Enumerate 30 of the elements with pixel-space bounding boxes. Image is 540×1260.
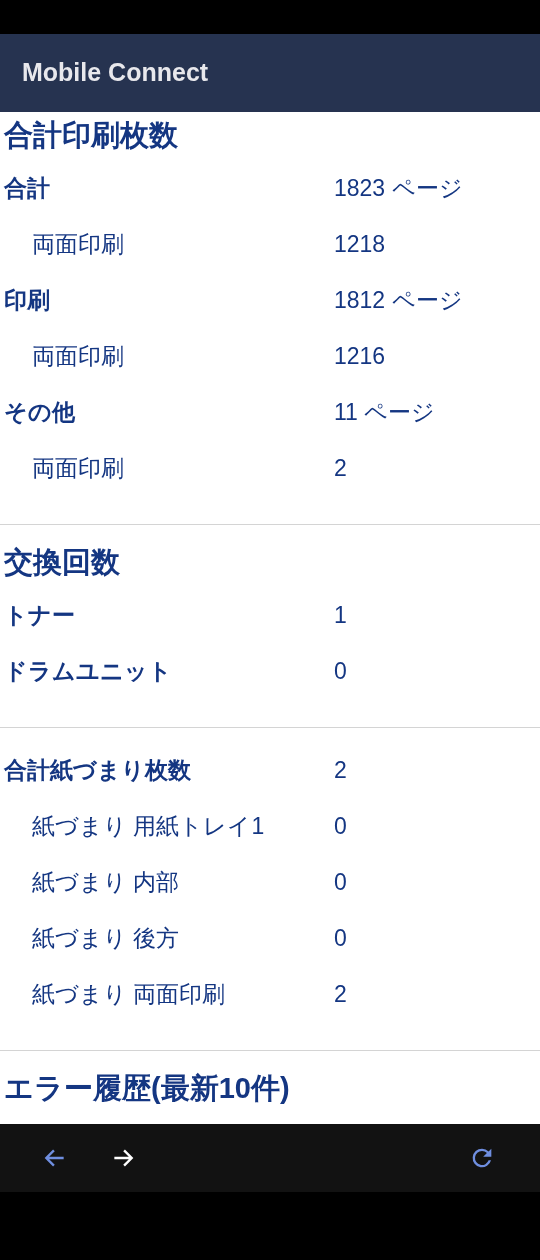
section-heading: 交換回数: [4, 545, 120, 581]
row-value: 0: [334, 867, 347, 897]
row-label: トナー: [4, 600, 76, 630]
row-label: 紙づまり 後方: [32, 923, 181, 953]
row-value: 1823 ページ: [334, 173, 463, 203]
row-value: 0: [334, 656, 347, 686]
row-label: その他: [4, 397, 76, 427]
row-label: 紙づまり 用紙トレイ1: [32, 811, 266, 841]
section-heading: 合計印刷枚数: [4, 118, 178, 154]
row-value: 2: [334, 979, 347, 1009]
app-title: Mobile Connect: [22, 57, 209, 89]
row-value: 2: [334, 755, 347, 785]
row-label: 紙づまり 内部: [32, 867, 181, 897]
row-label: 合計: [4, 173, 51, 203]
row-label: 両面印刷: [32, 453, 125, 483]
row-label: 両面印刷: [32, 341, 125, 371]
row-value: 0: [334, 811, 347, 841]
row-value: 2: [334, 453, 347, 483]
row-value: 1216: [334, 341, 386, 371]
row-value: 1812 ページ: [334, 285, 463, 315]
row-value: 0: [334, 923, 347, 953]
row-label: 合計紙づまり枚数: [4, 755, 192, 785]
row-label: 両面印刷: [32, 229, 125, 259]
section-heading: エラー履歴(最新10件): [4, 1071, 290, 1107]
row-label: 紙づまり 両面印刷: [32, 979, 227, 1009]
row-value: 1: [334, 600, 347, 630]
row-label: 印刷: [4, 285, 51, 315]
row-value: 11 ページ: [334, 397, 436, 427]
row-value: 1218: [334, 229, 386, 259]
row-label: ドラムユニット: [4, 656, 173, 686]
